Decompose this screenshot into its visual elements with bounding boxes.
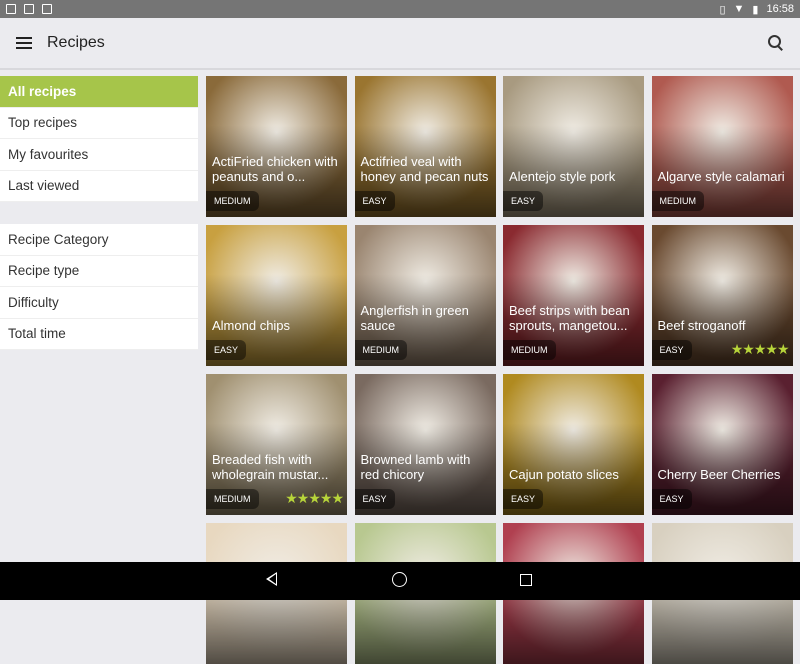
sidebar-group: Recipe Category Recipe type Difficulty Tota… (0, 224, 198, 350)
recipe-card[interactable]: Actifried veal with honey and pecan nuts… (354, 76, 496, 217)
recipe-name: Algarve style calamari (657, 169, 785, 184)
recipe-name: Breaded fish with wholegrain mustar... (212, 452, 329, 482)
sidebar-item-all-recipes[interactable]: All recipes (0, 76, 198, 108)
menu-icon[interactable] (16, 37, 32, 49)
clock: 16:58 (766, 3, 794, 15)
recipe-name: Beef strips with bean sprouts, mangetou.… (509, 303, 630, 333)
difficulty-badge: MEDIUM (354, 340, 407, 360)
difficulty-badge: MEDIUM (206, 191, 259, 211)
recipe-card[interactable]: Alentejo style pork EASY (503, 76, 644, 217)
recipe-card[interactable]: Cajun potato slices EASY (503, 374, 644, 515)
sidebar-item-my-favourites[interactable]: My favourites (0, 139, 198, 171)
wifi-icon: ▼ (733, 3, 745, 15)
recipe-card[interactable]: Beef stroganoff EASY ★★★★★ (651, 225, 793, 366)
sidebar-item-total-time[interactable]: Total time (0, 319, 198, 350)
difficulty-badge: MEDIUM (503, 340, 556, 360)
sidebar-item-recipe-type[interactable]: Recipe type (0, 256, 198, 287)
difficulty-badge: EASY (354, 191, 395, 211)
difficulty-badge: MEDIUM (651, 191, 704, 211)
recipe-card[interactable]: ActiFried chicken with peanuts and o... M… (206, 76, 347, 217)
back-icon[interactable] (266, 572, 277, 586)
recipe-name: Anglerfish in green sauce (360, 303, 469, 333)
star-rating-icon: ★★★★★ (730, 341, 790, 357)
recipe-name: Browned lamb with red chicory (360, 452, 471, 482)
clipboard-icon (42, 4, 52, 14)
recipe-card[interactable]: Beef strips with bean sprouts, mangetou.… (503, 225, 644, 366)
recipe-name: Almond chips (212, 318, 291, 333)
recipe-card[interactable]: Breaded fish with wholegrain mustar... ME… (206, 374, 347, 515)
page-title: Recipes (47, 34, 105, 51)
recipe-name: Beef stroganoff (657, 318, 746, 333)
recipe-name: Alentejo style pork (509, 169, 616, 184)
recipe-card[interactable]: Almond chips EASY (206, 225, 347, 366)
gmail-icon (24, 4, 34, 14)
search-icon[interactable] (768, 35, 784, 51)
difficulty-badge: EASY (354, 489, 395, 509)
difficulty-badge: EASY (651, 489, 692, 509)
difficulty-badge: EASY (206, 340, 247, 360)
difficulty-badge: EASY (651, 340, 692, 360)
app-bar: Recipes (0, 18, 800, 70)
sidebar-item-top-recipes[interactable]: Top recipes (0, 108, 198, 139)
star-rating-icon: ★★★★★ (285, 490, 344, 506)
status-bar: ▯ ▼ ▮ 16:58 (0, 0, 800, 18)
recipe-name: ActiFried chicken with peanuts and o... (212, 154, 338, 184)
sidebar-item-last-viewed[interactable]: Last viewed (0, 171, 198, 202)
recipe-name: Cajun potato slices (509, 467, 619, 482)
difficulty-badge: MEDIUM (206, 489, 259, 509)
home-icon[interactable] (392, 572, 407, 587)
photo-icon (6, 4, 16, 14)
recipe-card[interactable]: Cherry Beer Cherries EASY (651, 374, 793, 515)
recipe-card[interactable]: Browned lamb with red chicory EASY (354, 374, 496, 515)
sidebar-item-difficulty[interactable]: Difficulty (0, 287, 198, 319)
recipe-name: Actifried veal with honey and pecan nuts (360, 154, 489, 184)
difficulty-badge: EASY (503, 489, 544, 509)
sidebar: All recipes Top recipes My favourites Last … (0, 76, 198, 372)
sidebar-group: All recipes Top recipes My favourites Last … (0, 76, 198, 202)
navigation-bar (0, 562, 800, 600)
recipe-name: Cherry Beer Cherries (657, 467, 781, 482)
recipe-card[interactable]: Algarve style calamari MEDIUM (651, 76, 793, 217)
recents-icon[interactable] (520, 574, 532, 586)
difficulty-badge: EASY (503, 191, 544, 211)
battery-icon: ▮ (752, 3, 759, 16)
vibrate-icon: ▯ (719, 3, 726, 16)
sidebar-item-recipe-category[interactable]: Recipe Category (0, 224, 198, 256)
recipe-card[interactable]: Anglerfish in green sauce MEDIUM (354, 225, 496, 366)
